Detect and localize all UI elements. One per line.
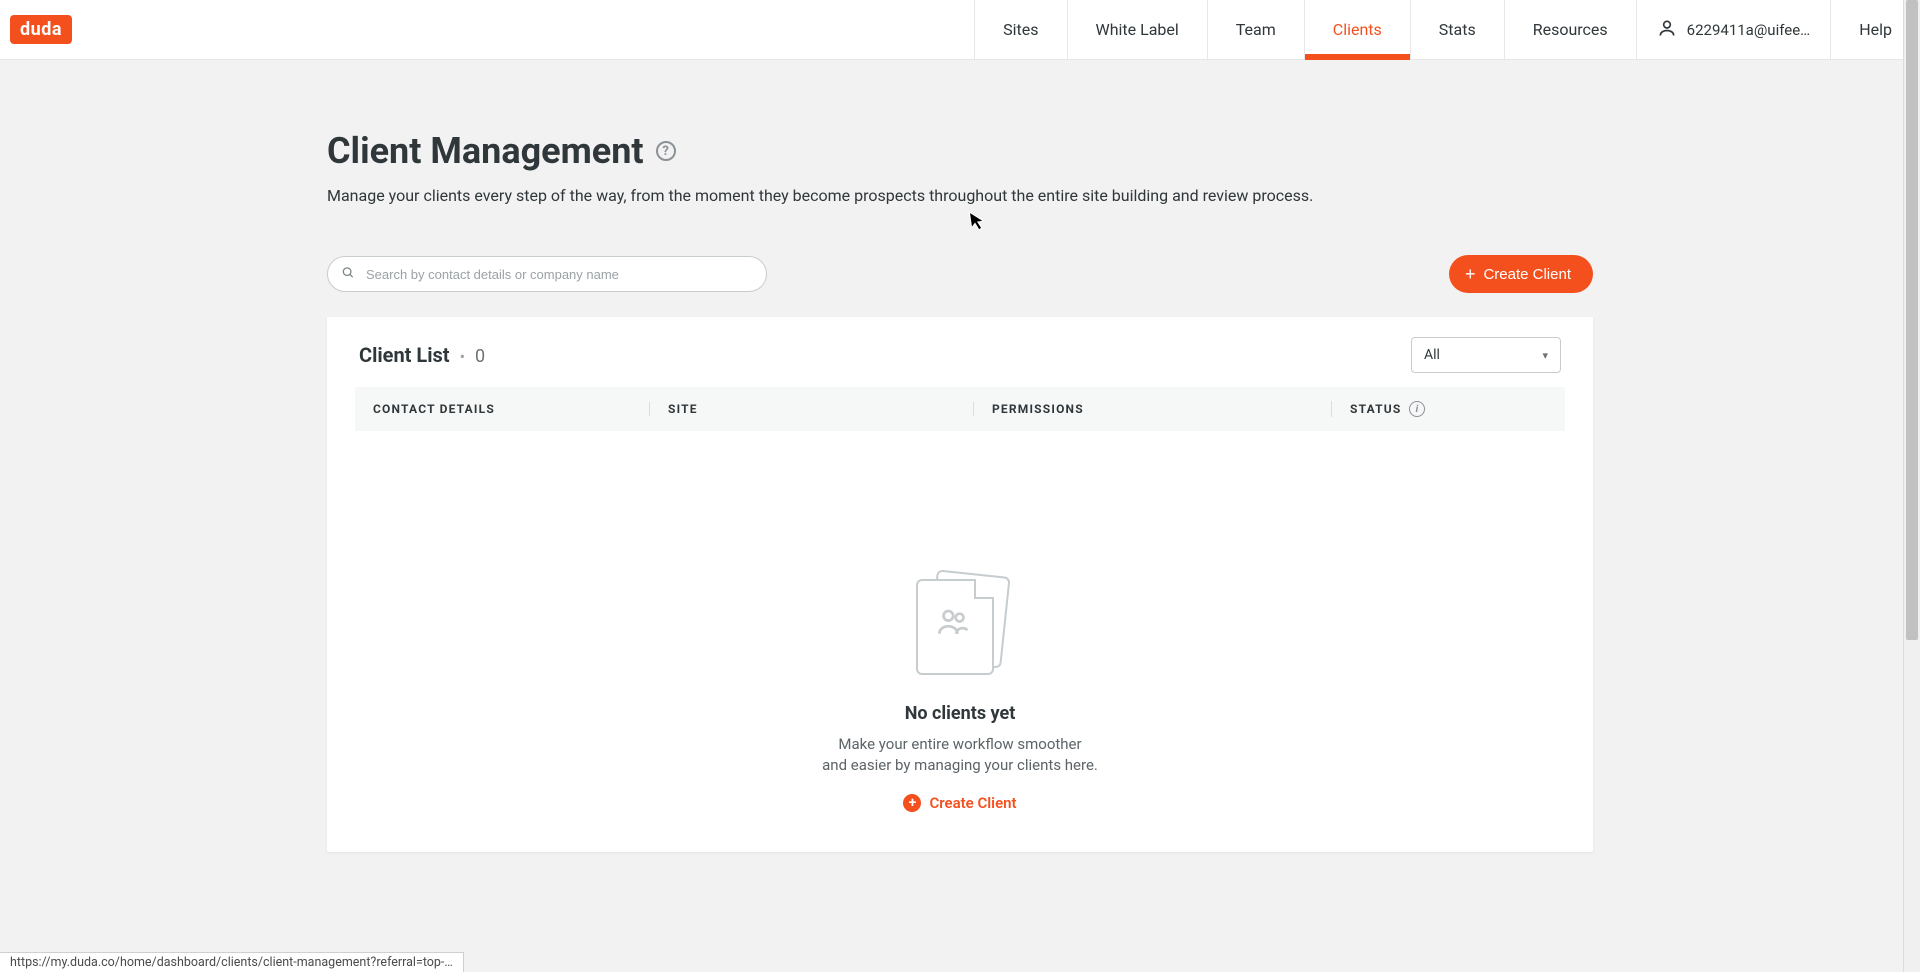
list-count: 0 xyxy=(475,346,485,367)
create-client-button[interactable]: + Create Client xyxy=(1449,255,1593,293)
nav-team[interactable]: Team xyxy=(1207,0,1304,59)
nav-stats[interactable]: Stats xyxy=(1410,0,1504,59)
page-title: Client Management xyxy=(327,130,644,172)
nav-items: Sites White Label Team Clients Stats Res… xyxy=(974,0,1920,59)
people-icon xyxy=(935,604,971,644)
nav-sites[interactable]: Sites xyxy=(974,0,1066,59)
nav-spacer xyxy=(88,0,448,59)
filter-selected-label: All xyxy=(1424,347,1440,363)
search-wrap xyxy=(327,256,767,292)
toolbar: + Create Client xyxy=(327,255,1593,293)
info-icon[interactable]: i xyxy=(1409,401,1425,417)
col-status: STATUS i xyxy=(1331,401,1547,417)
nav-label: Resources xyxy=(1533,20,1608,39)
table-header: CONTACT DETAILS SITE PERMISSIONS STATUS … xyxy=(355,387,1565,431)
empty-title: No clients yet xyxy=(905,703,1016,724)
empty-create-client-link[interactable]: + Create Client xyxy=(903,794,1016,812)
top-nav: duda Sites White Label Team Clients Stat… xyxy=(0,0,1920,60)
help-icon[interactable]: ? xyxy=(656,141,676,161)
nav-resources[interactable]: Resources xyxy=(1504,0,1636,59)
nav-clients[interactable]: Clients xyxy=(1304,0,1410,59)
page-subtitle: Manage your clients every step of the wa… xyxy=(327,186,1593,205)
status-bar-link-preview: https://my.duda.co/home/dashboard/client… xyxy=(0,952,464,972)
plus-icon: + xyxy=(1465,265,1476,283)
empty-illustration xyxy=(910,571,1010,677)
nav-label: White Label xyxy=(1096,20,1179,39)
nav-label: Clients xyxy=(1333,20,1382,39)
user-email: 6229411a@uifee… xyxy=(1687,21,1811,39)
vertical-scrollbar[interactable] xyxy=(1903,0,1920,972)
empty-state: No clients yet Make your entire workflow… xyxy=(355,571,1565,812)
list-title-wrap: Client List • 0 xyxy=(359,343,485,367)
nav-label: Sites xyxy=(1003,20,1038,39)
list-dot: • xyxy=(460,347,465,366)
chevron-down-icon: ▾ xyxy=(1542,349,1548,362)
title-row: Client Management ? xyxy=(327,130,1593,172)
nav-help-label: Help xyxy=(1859,20,1892,39)
empty-desc-line2: and easier by managing your clients here… xyxy=(822,755,1098,776)
col-status-label: STATUS xyxy=(1350,402,1401,416)
col-contact-details: CONTACT DETAILS xyxy=(373,402,649,416)
logo[interactable]: duda xyxy=(0,0,88,59)
user-icon xyxy=(1657,18,1677,42)
nav-label: Stats xyxy=(1439,20,1476,39)
list-title: Client List xyxy=(359,343,450,367)
client-list-panel: Client List • 0 All ▾ CONTACT DETAILS SI… xyxy=(327,317,1593,852)
panel-header: Client List • 0 All ▾ xyxy=(355,337,1565,373)
page-wrap: Client Management ? Manage your clients … xyxy=(327,130,1593,852)
empty-create-label: Create Client xyxy=(929,794,1016,812)
nav-label: Team xyxy=(1236,20,1276,39)
col-permissions: PERMISSIONS xyxy=(973,402,1331,416)
search-input[interactable] xyxy=(327,256,767,292)
nav-white-label[interactable]: White Label xyxy=(1067,0,1207,59)
nav-user[interactable]: 6229411a@uifee… xyxy=(1636,0,1831,59)
empty-desc: Make your entire workflow smoother and e… xyxy=(822,734,1098,776)
logo-text: duda xyxy=(10,15,72,44)
empty-desc-line1: Make your entire workflow smoother xyxy=(822,734,1098,755)
main: Client Management ? Manage your clients … xyxy=(0,60,1920,852)
search-icon xyxy=(341,265,355,284)
filter-select[interactable]: All ▾ xyxy=(1411,337,1561,373)
scrollbar-thumb[interactable] xyxy=(1906,0,1918,640)
plus-circle-icon: + xyxy=(903,794,921,812)
col-site: SITE xyxy=(649,402,973,416)
create-client-label: Create Client xyxy=(1483,266,1571,283)
